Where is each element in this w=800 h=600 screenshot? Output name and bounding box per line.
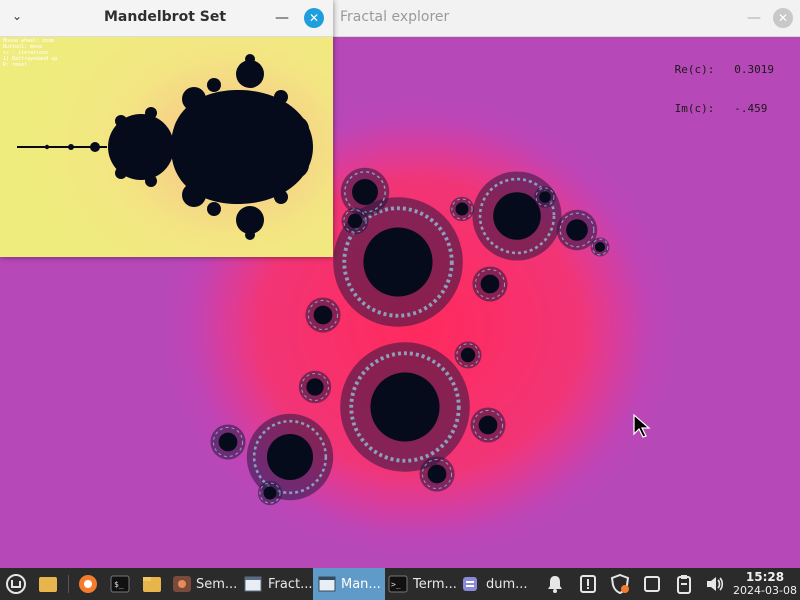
julia-core <box>352 179 378 205</box>
close-button[interactable]: ✕ <box>773 8 793 28</box>
files-launcher-icon[interactable] <box>142 574 162 594</box>
task-fractal-explorer[interactable]: Fract... <box>268 577 312 592</box>
fractal-explorer-title: Fractal explorer <box>340 9 450 25</box>
window-menu-chevron-down-icon[interactable]: ⌄ <box>12 9 32 27</box>
shield-icon[interactable] <box>610 574 630 594</box>
task-terminal[interactable]: Term... <box>413 577 457 592</box>
julia-core <box>539 191 551 203</box>
volume-icon[interactable] <box>705 574 725 594</box>
im-label: Im(c): <box>674 102 715 115</box>
julia-core <box>478 415 498 435</box>
dummy-app-icon[interactable] <box>460 574 480 594</box>
julia-core <box>427 464 447 484</box>
julia-core <box>347 213 363 229</box>
julia-core <box>493 192 541 240</box>
firefox-icon[interactable] <box>78 574 98 594</box>
re-value: 0.3019 <box>734 63 774 76</box>
mandelbrot-canvas[interactable]: Mouse wheel: zoom Button1: move +/-: ite… <box>1 37 332 256</box>
julia-core <box>266 433 314 481</box>
task-dummy[interactable]: dum... <box>486 577 528 592</box>
clock[interactable]: 15:28 2024-03-08 <box>730 570 800 598</box>
julia-core <box>480 274 500 294</box>
im-value: -.459 <box>734 102 768 115</box>
mandelbrot-close-button[interactable]: ✕ <box>304 8 324 28</box>
mandelbrot-image <box>17 54 313 240</box>
mandelbrot-titlebar[interactable]: ⌄ Mandelbrot Set — ✕ <box>0 0 333 37</box>
mandelbrot-window: ⌄ Mandelbrot Set — ✕ Mouse wheel: zoom B… <box>0 0 333 257</box>
window-app-icon[interactable] <box>243 574 263 594</box>
mandelbrot-help-text: Mouse wheel: zoom Button1: move +/-: ite… <box>3 38 57 68</box>
clock-time: 15:28 <box>745 570 785 584</box>
taskbar: $_ Sem... Fract... Man... >_ Term... dum… <box>0 568 800 600</box>
julia-core <box>263 486 277 500</box>
julia-core <box>306 378 324 396</box>
svg-text:>_: >_ <box>391 580 401 589</box>
mint-menu-icon[interactable] <box>6 574 26 594</box>
julia-core <box>370 372 440 442</box>
julia-core <box>455 202 469 216</box>
coordinate-readout: Re(c): 0.3019 Im(c): -.459 <box>675 37 774 141</box>
svg-text:$_: $_ <box>114 580 124 589</box>
terminal-launcher-icon[interactable]: $_ <box>110 574 130 594</box>
mouse-pointer-icon <box>633 414 651 438</box>
julia-core <box>363 227 433 297</box>
mandelbrot-title: Mandelbrot Set <box>104 9 227 25</box>
mandelbrot-minimize-button[interactable]: — <box>272 8 292 28</box>
julia-core <box>218 432 238 452</box>
window-icon[interactable] <box>642 574 662 594</box>
help-line: R: reset <box>3 62 28 68</box>
semin-app-icon[interactable] <box>172 574 192 594</box>
notifications-icon[interactable] <box>545 574 565 594</box>
minimize-button[interactable]: — <box>744 8 764 28</box>
terminal-app-icon[interactable]: >_ <box>388 574 408 594</box>
clipboard-icon[interactable] <box>674 574 694 594</box>
julia-core <box>313 305 333 325</box>
update-manager-icon[interactable] <box>578 574 598 594</box>
clock-date: 2024-03-08 <box>733 584 797 597</box>
window-app-icon[interactable] <box>317 574 337 594</box>
task-semin[interactable]: Sem... <box>196 577 237 592</box>
julia-core <box>566 219 588 241</box>
task-mandelbrot[interactable]: Man... <box>341 577 381 592</box>
julia-core <box>594 241 606 253</box>
show-desktop-icon[interactable] <box>38 574 58 594</box>
re-label: Re(c): <box>674 63 715 76</box>
julia-core <box>460 347 476 363</box>
